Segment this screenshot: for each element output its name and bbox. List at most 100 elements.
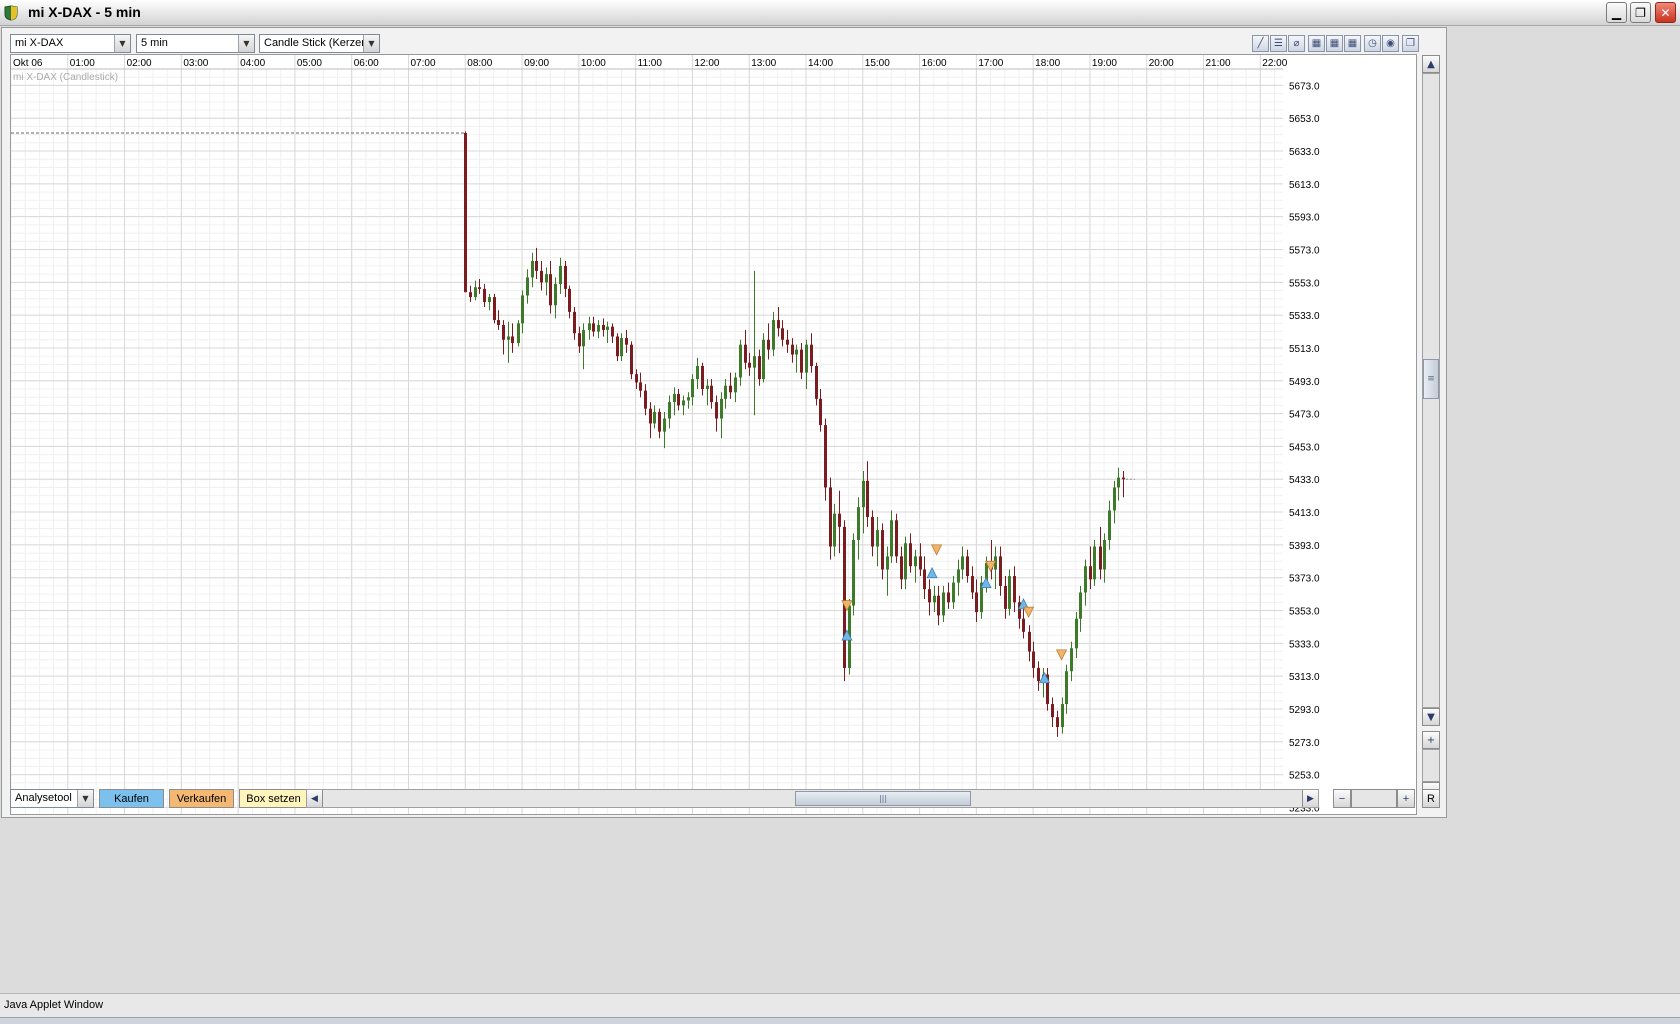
candle-body bbox=[824, 425, 827, 488]
candle-body bbox=[900, 556, 903, 580]
scroll-up-button[interactable]: ▲ bbox=[1422, 55, 1440, 73]
box-button[interactable]: Box setzen bbox=[239, 789, 308, 808]
candle-body bbox=[701, 366, 704, 389]
clock-icon[interactable]: ◷ bbox=[1364, 35, 1381, 52]
candle-body bbox=[1037, 667, 1040, 682]
candle-body bbox=[639, 382, 642, 391]
zoom-in-x-button[interactable]: + bbox=[1397, 789, 1415, 808]
app-icon bbox=[4, 5, 18, 21]
zoom-in-y-button[interactable]: + bbox=[1422, 731, 1440, 749]
candle-body bbox=[620, 338, 623, 357]
candle-body bbox=[971, 576, 974, 593]
x-tick-label: 07:00 bbox=[411, 58, 436, 69]
y-tick-label: 5613.0 bbox=[1289, 180, 1320, 191]
x-tick-label: 19:00 bbox=[1092, 58, 1117, 69]
grid-1-icon[interactable]: ▦ bbox=[1308, 35, 1325, 52]
candle-body bbox=[772, 320, 775, 350]
candle-body bbox=[720, 398, 723, 419]
status-text: Java Applet Window bbox=[4, 999, 104, 1011]
candle-body bbox=[795, 349, 798, 355]
candle-body bbox=[602, 324, 605, 330]
candle-body bbox=[838, 513, 841, 527]
candle-body bbox=[1108, 510, 1111, 540]
candle-body bbox=[1084, 566, 1087, 593]
candle-body bbox=[521, 295, 524, 324]
horizontal-scrollbar[interactable]: ◀ ||| ▶ bbox=[306, 789, 1319, 808]
vertical-scroll-thumb[interactable]: ≡ bbox=[1423, 359, 1439, 399]
chevron-down-icon[interactable]: ▼ bbox=[238, 35, 254, 52]
chevron-down-icon[interactable]: ▼ bbox=[77, 790, 93, 807]
candle-body bbox=[573, 311, 576, 334]
interval-select[interactable]: 5 min ▼ bbox=[136, 34, 255, 53]
candle-body bbox=[862, 480, 865, 508]
reset-button[interactable]: R bbox=[1422, 789, 1440, 808]
chevron-down-icon[interactable]: ▼ bbox=[363, 35, 379, 52]
analysis-tool-value: Analysetool bbox=[15, 792, 72, 804]
chart-type-select[interactable]: Candle Stick (Kerzen ▼ bbox=[259, 34, 380, 53]
candle-body bbox=[1079, 592, 1082, 619]
vertical-scrollbar[interactable]: ≡ bbox=[1422, 73, 1440, 708]
sell-button[interactable]: Verkaufen bbox=[169, 789, 234, 808]
zoom-out-x-button[interactable]: − bbox=[1333, 789, 1351, 808]
candle-body bbox=[833, 513, 836, 547]
candle-body bbox=[582, 329, 585, 347]
symbol-select[interactable]: mi X-DAX ▼ bbox=[10, 34, 131, 53]
candle-body bbox=[663, 418, 666, 432]
analysis-tool-select[interactable]: Analysetool ▼ bbox=[10, 789, 94, 808]
grid-3-icon[interactable]: ▦ bbox=[1344, 35, 1361, 52]
candle-body bbox=[488, 297, 491, 303]
candle-body bbox=[1093, 546, 1096, 580]
candle-body bbox=[1061, 704, 1064, 728]
scroll-left-button[interactable]: ◀ bbox=[307, 790, 323, 807]
candle-body bbox=[805, 344, 808, 373]
candle-body bbox=[1028, 631, 1031, 652]
scroll-down-button[interactable]: ▼ bbox=[1422, 708, 1440, 726]
settings-icon[interactable]: ◉ bbox=[1382, 35, 1399, 52]
candle-body bbox=[791, 344, 794, 355]
candle-body bbox=[568, 288, 571, 312]
x-tick-label: 04:00 bbox=[240, 58, 265, 69]
candle-body bbox=[606, 326, 609, 330]
grid-2-icon[interactable]: ▦ bbox=[1326, 35, 1343, 52]
minimize-button[interactable]: ▁ bbox=[1606, 2, 1627, 23]
candle-body bbox=[682, 400, 685, 406]
scroll-right-button[interactable]: ▶ bbox=[1302, 790, 1318, 807]
candle-body bbox=[800, 349, 803, 373]
window-title: mi X-DAX - 5 min bbox=[28, 4, 141, 20]
candle-body bbox=[474, 287, 477, 298]
draw-line-icon[interactable]: ╱ bbox=[1252, 35, 1269, 52]
restore-button[interactable]: ❐ bbox=[1630, 2, 1651, 23]
x-tick-label: 08:00 bbox=[467, 58, 492, 69]
horizontal-scroll-thumb[interactable]: ||| bbox=[795, 791, 971, 806]
candle-body bbox=[588, 323, 591, 330]
chart-type-value: Candle Stick (Kerzen bbox=[264, 37, 364, 49]
candle-body bbox=[611, 326, 614, 337]
candle-body bbox=[502, 324, 505, 340]
eraser-icon[interactable]: ⌀ bbox=[1288, 35, 1305, 52]
x-zoom-track[interactable] bbox=[1351, 789, 1397, 808]
close-button[interactable]: ✕ bbox=[1655, 2, 1676, 23]
candle-body bbox=[1008, 576, 1011, 609]
status-bar: Java Applet Window bbox=[0, 993, 1680, 1017]
candle-body bbox=[871, 516, 874, 547]
horizontal-line-icon[interactable]: ☰ bbox=[1270, 35, 1287, 52]
candle-body bbox=[909, 543, 912, 567]
candle-body bbox=[1070, 648, 1073, 672]
chevron-down-icon[interactable]: ▼ bbox=[114, 35, 130, 52]
candle-body bbox=[625, 338, 628, 345]
y-tick-label: 5493.0 bbox=[1289, 377, 1320, 388]
candle-body bbox=[673, 393, 676, 403]
chart-canvas[interactable]: Okt 06 01:00 02:00 03:00 04:00 05:00 06:00 07:0… bbox=[10, 54, 1417, 815]
y-tick-label: 5573.0 bbox=[1289, 246, 1320, 257]
y-tick-label: 5313.0 bbox=[1289, 672, 1320, 683]
candle-body bbox=[1089, 566, 1092, 580]
buy-button[interactable]: Kaufen bbox=[99, 789, 164, 808]
x-tick-label: 05:00 bbox=[297, 58, 322, 69]
candle-body bbox=[762, 339, 765, 380]
detach-window-icon[interactable]: ❐ bbox=[1402, 35, 1419, 52]
candle-body bbox=[511, 336, 514, 344]
candle-body bbox=[687, 397, 690, 401]
y-zoom-track[interactable] bbox=[1422, 749, 1440, 782]
candle-body bbox=[724, 385, 727, 399]
candle-body bbox=[710, 385, 713, 403]
